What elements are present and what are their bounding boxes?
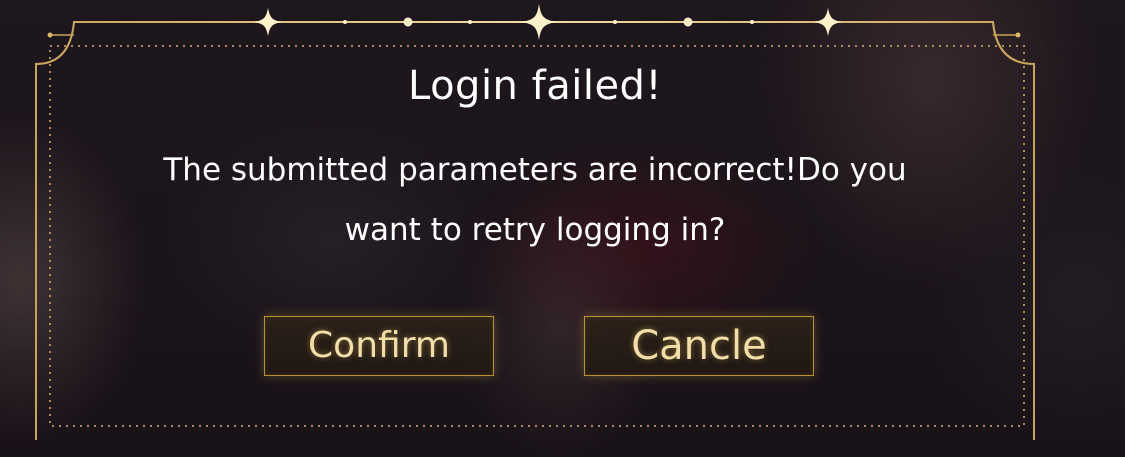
sparkle-dot-icon <box>683 17 693 27</box>
cancel-button[interactable]: Cancle <box>584 316 814 376</box>
sparkle-icon <box>254 8 282 36</box>
sparkle-icon <box>814 8 842 36</box>
dialog-message: The submitted parameters are incorrect!D… <box>163 152 907 248</box>
sparkle-dot-icon <box>403 17 413 27</box>
confirm-button[interactable]: Confirm <box>264 316 494 376</box>
dialog-title: Login failed! <box>408 63 662 109</box>
sparkle-icon <box>521 4 557 40</box>
